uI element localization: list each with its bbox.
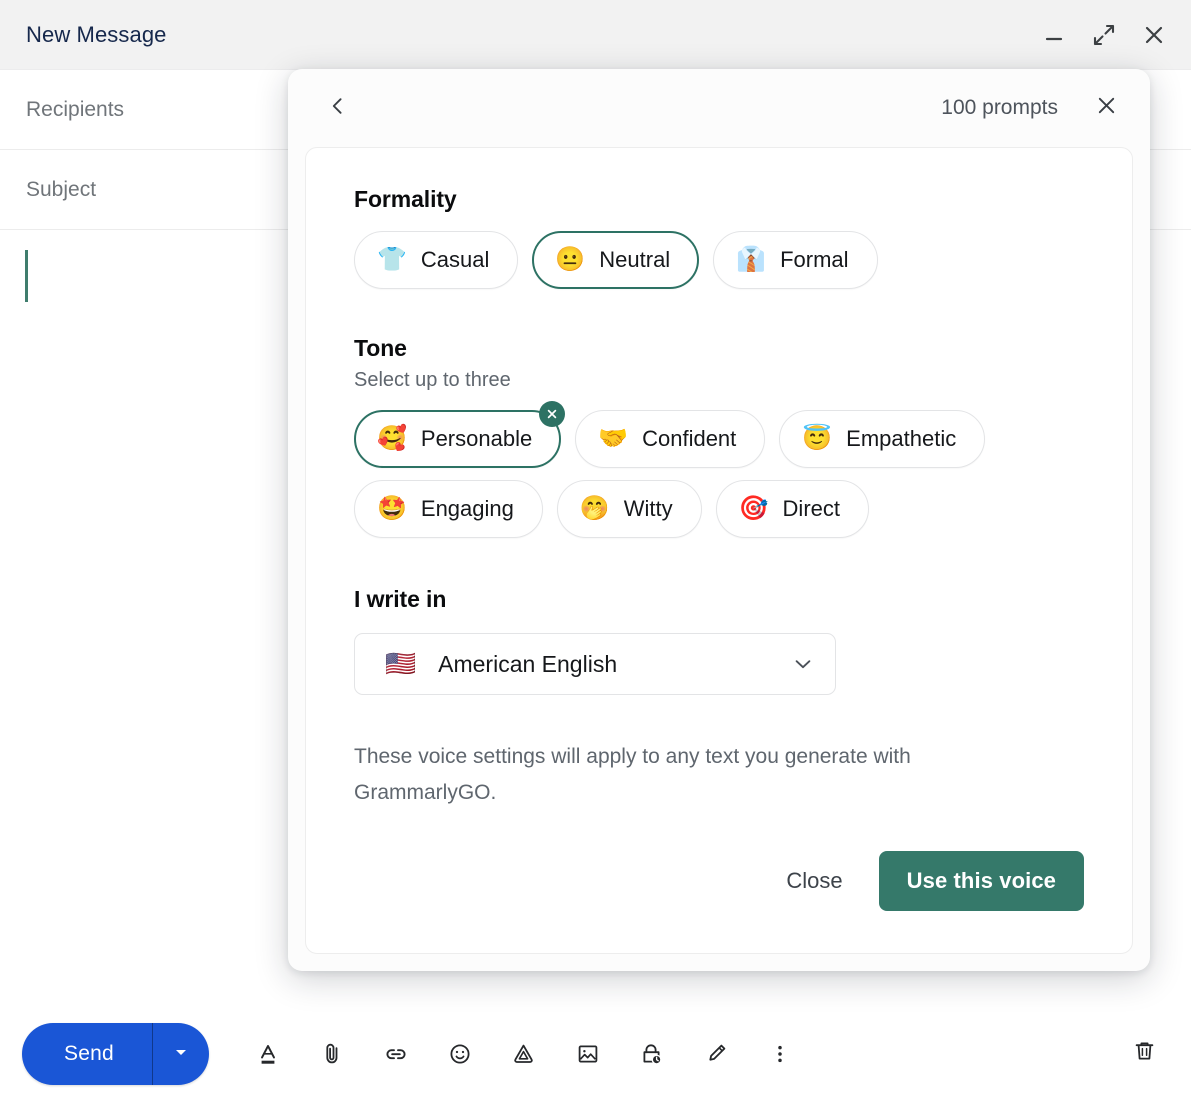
tone-chip-personable[interactable]: 🥰 Personable — [354, 401, 566, 468]
insert-emoji-icon — [447, 1041, 473, 1067]
chevron-left-icon — [327, 95, 349, 122]
modal-actions: Close Use this voice — [354, 851, 1084, 953]
close-button[interactable]: Close — [760, 854, 868, 908]
tone-chip-engaging[interactable]: 🤩 Engaging — [354, 480, 543, 538]
insert-signature-icon — [703, 1041, 729, 1067]
insert-link-icon — [383, 1041, 409, 1067]
formality-options: 👕 Casual 😐 Neutral 👔 Formal — [354, 231, 1084, 289]
insert-photo-icon — [575, 1041, 601, 1067]
remove-personable-icon[interactable] — [539, 401, 566, 427]
tone-options: 🥰 Personable 🤝 Confident 😇 Empathetic 🤩 Engagin… — [354, 401, 1084, 538]
direct-emoji-icon: 🎯 — [738, 495, 769, 522]
insert-emoji-button[interactable] — [437, 1031, 483, 1077]
tone-chip-confident[interactable]: 🤝 Confident — [575, 410, 766, 468]
personable-emoji-icon: 🥰 — [377, 425, 407, 452]
formality-chip-casual[interactable]: 👕 Casual — [354, 231, 519, 289]
empathetic-emoji-icon: 😇 — [802, 425, 833, 452]
formatting-options-icon — [255, 1041, 281, 1067]
chip-label: Engaging — [420, 496, 514, 521]
use-this-voice-button[interactable]: Use this voice — [878, 851, 1084, 911]
send-button[interactable]: Send — [22, 1023, 152, 1085]
close-icon — [1142, 23, 1166, 47]
chip-label: Formal — [780, 247, 849, 272]
tone-section-subtitle: Select up to three — [354, 369, 511, 391]
expand-icon — [1092, 23, 1116, 47]
chip-label: Direct — [782, 496, 840, 521]
chevron-down-icon — [791, 652, 815, 676]
recipients-placeholder: Recipients — [26, 97, 125, 121]
chip-label: Casual — [420, 247, 490, 272]
tone-chip-witty[interactable]: 🤭 Witty — [556, 480, 702, 538]
subject-placeholder: Subject — [26, 177, 97, 201]
send-button-group[interactable]: Send — [22, 1023, 209, 1085]
insert-link-button[interactable] — [373, 1031, 419, 1077]
modal-header: 100 prompts — [288, 69, 1150, 147]
formal-emoji-icon: 👔 — [736, 246, 767, 273]
back-button[interactable] — [318, 88, 358, 128]
text-cursor — [25, 250, 28, 302]
chip-label: Confident — [642, 426, 737, 451]
tone-chip-direct[interactable]: 🎯 Direct — [715, 480, 869, 538]
compose-toolbar: Send — [0, 1002, 1191, 1106]
compose-titlebar: New Message — [0, 0, 1191, 70]
chip-label: Witty — [623, 496, 673, 521]
engaging-emoji-icon: 🤩 — [377, 495, 407, 522]
language-section-title: I write in — [354, 586, 447, 612]
formality-section-title: Formality — [354, 186, 457, 212]
window-controls — [1033, 14, 1175, 56]
expand-button[interactable] — [1083, 14, 1125, 56]
close-icon — [1095, 94, 1118, 122]
toolbar-icon-group — [245, 1031, 1121, 1077]
chevron-down-icon — [171, 1042, 191, 1067]
confidential-mode-button[interactable] — [629, 1031, 675, 1077]
attach-file-button[interactable] — [309, 1031, 355, 1077]
chip-label: Neutral — [599, 247, 671, 272]
voice-settings-modal: 100 prompts Formality 👕 Casual 😐 Neutral 👔 Fo… — [288, 69, 1150, 971]
voice-settings-note: These voice settings will apply to any t… — [354, 745, 911, 805]
insert-signature-button[interactable] — [693, 1031, 739, 1077]
formatting-options-button[interactable] — [245, 1031, 291, 1077]
us-flag-icon: 🇺🇸 — [385, 649, 417, 678]
tone-chip-empathetic[interactable]: 😇 Empathetic — [779, 410, 986, 468]
send-options-button[interactable] — [153, 1023, 209, 1085]
neutral-emoji-icon: 😐 — [555, 246, 586, 273]
discard-draft-icon — [1131, 1038, 1158, 1070]
witty-emoji-icon: 🤭 — [579, 495, 610, 522]
formality-chip-neutral[interactable]: 😐 Neutral — [532, 231, 700, 289]
insert-drive-icon — [510, 1041, 537, 1068]
chip-label: Empathetic — [846, 426, 957, 451]
language-selected-value: American English — [438, 650, 618, 677]
formality-chip-formal[interactable]: 👔 Formal — [713, 231, 878, 289]
more-options-icon — [768, 1042, 792, 1066]
attach-file-icon — [319, 1041, 345, 1067]
language-select[interactable]: 🇺🇸 American English — [354, 633, 836, 695]
minimize-icon — [1043, 24, 1065, 46]
compose-window-title: New Message — [26, 21, 167, 47]
modal-close-button[interactable] — [1086, 88, 1126, 128]
chip-label: Personable — [420, 426, 533, 451]
confidential-mode-icon — [638, 1041, 665, 1068]
minimize-button[interactable] — [1033, 14, 1075, 56]
prompts-counter: 100 prompts — [941, 96, 1058, 119]
close-window-button[interactable] — [1133, 14, 1175, 56]
tone-section-title: Tone — [354, 335, 407, 361]
casual-emoji-icon: 👕 — [377, 246, 407, 273]
insert-drive-button[interactable] — [501, 1031, 547, 1077]
voice-settings-card: Formality 👕 Casual 😐 Neutral 👔 Formal Tone Se… — [305, 147, 1133, 954]
confident-emoji-icon: 🤝 — [598, 425, 629, 452]
more-options-button[interactable] — [757, 1031, 803, 1077]
insert-photo-button[interactable] — [565, 1031, 611, 1077]
discard-draft-button[interactable] — [1121, 1031, 1167, 1077]
